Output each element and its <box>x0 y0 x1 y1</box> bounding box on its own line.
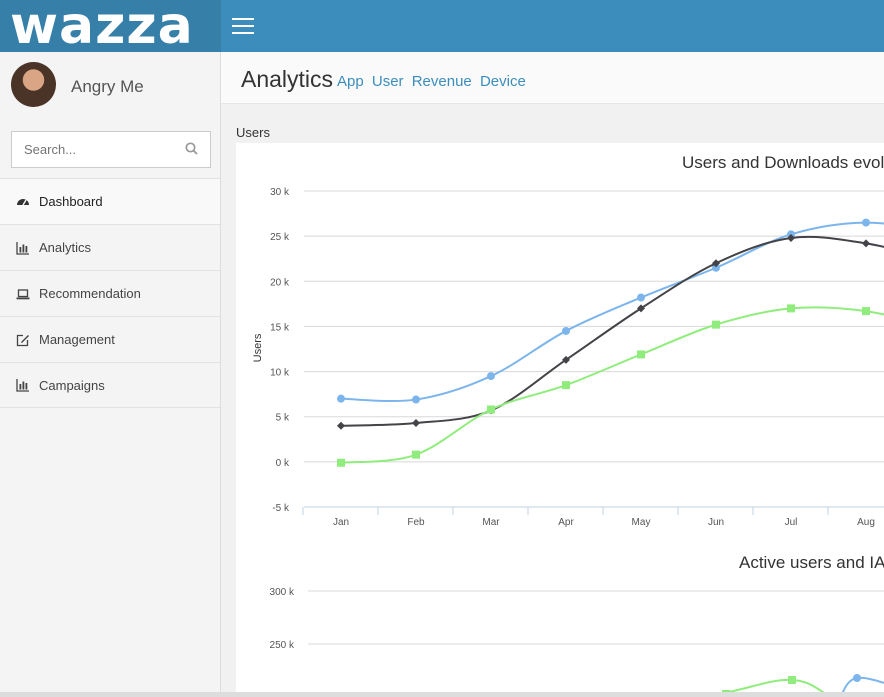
chart-card: Users and Downloads evolu Users 30 k 25 k… <box>236 143 884 697</box>
chart-point <box>637 350 645 359</box>
sidebar-search <box>11 131 211 168</box>
user-panel: Angry Me <box>0 52 221 122</box>
search-icon[interactable] <box>185 142 198 155</box>
content-header: Analytics App User Revenue Device <box>221 52 884 104</box>
sidebar: Angry Me Dashboard Analytics <box>0 52 221 697</box>
chart-point <box>412 419 420 428</box>
chart-point <box>862 307 870 316</box>
sidebar-item-recommendation[interactable]: Recommendation <box>0 270 220 316</box>
y-tick-label: 300 k <box>270 587 295 598</box>
avatar <box>11 62 56 107</box>
sidebar-item-label: Analytics <box>39 240 92 255</box>
y-axis-ticks: 30 k 25 k 20 k 15 k 10 k 5 k 0 k -5 k <box>270 187 290 514</box>
chart-series-line <box>340 306 884 464</box>
analytics-subnav: App User Revenue Device <box>337 73 530 90</box>
y-tick-label: 10 k <box>270 368 290 379</box>
y-tick-label: 5 k <box>276 413 290 424</box>
x-axis: Jan Feb Mar Apr May Jun Jul Aug <box>302 506 884 528</box>
chart-point <box>862 239 870 248</box>
chart-title: Users and Downloads evolu <box>682 153 884 172</box>
subnav-link-app[interactable]: App <box>337 73 364 90</box>
chart-point <box>562 326 570 335</box>
chart-point <box>862 218 870 227</box>
chart-point <box>412 395 420 404</box>
bar-chart-icon <box>16 379 29 392</box>
x-tick-label: Apr <box>558 517 574 528</box>
chart-point <box>337 421 345 430</box>
chart-point <box>853 674 861 682</box>
sidebar-menu: Dashboard Analytics Recommendation Manag… <box>0 178 220 408</box>
x-tick-label: Jul <box>785 517 798 528</box>
chart-point <box>337 458 345 467</box>
chart-point <box>562 381 570 390</box>
top-navbar: wazza <box>0 0 884 52</box>
chart-series-line <box>340 221 884 403</box>
sidebar-item-campaigns[interactable]: Campaigns <box>0 362 220 408</box>
subnav-link-user[interactable]: User <box>372 73 404 90</box>
y-axis-ticks: 300 k 250 k <box>270 587 295 651</box>
edit-icon <box>16 334 29 346</box>
section-label: Users <box>236 125 270 140</box>
chart-point <box>787 304 795 313</box>
chart-point <box>788 676 796 684</box>
y-tick-label: 25 k <box>270 232 290 243</box>
x-tick-label: Aug <box>857 517 875 528</box>
y-tick-label: 20 k <box>270 277 290 288</box>
sidebar-item-dashboard[interactable]: Dashboard <box>0 178 220 224</box>
x-tick-label: Feb <box>407 517 425 528</box>
sidebar-item-label: Management <box>39 332 115 347</box>
laptop-icon <box>16 288 30 299</box>
active-users-chart: Active users and IAF 300 k 250 k <box>270 553 884 697</box>
search-input[interactable] <box>12 132 172 167</box>
sidebar-item-label: Dashboard <box>39 194 103 209</box>
y-tick-label: 30 k <box>270 187 290 198</box>
x-tick-label: May <box>632 517 651 528</box>
dashboard-icon <box>17 198 29 205</box>
sidebar-item-management[interactable]: Management <box>0 316 220 362</box>
x-tick-label: Jun <box>708 517 724 528</box>
user-name: Angry Me <box>71 77 144 96</box>
y-tick-label: 250 k <box>270 640 295 651</box>
chart-series <box>337 218 884 467</box>
chart-point <box>637 293 645 302</box>
y-axis-label: Users <box>252 333 264 362</box>
chart-point <box>712 320 720 329</box>
subnav-link-revenue[interactable]: Revenue <box>412 73 472 90</box>
chart-point <box>412 450 420 459</box>
subnav-link-device[interactable]: Device <box>480 73 526 90</box>
chart-title: Active users and IAF <box>739 553 884 572</box>
chart-point <box>337 394 345 403</box>
sidebar-item-label: Recommendation <box>39 286 141 301</box>
app-logo[interactable]: wazza <box>0 0 221 52</box>
page-title: Analytics <box>241 66 334 92</box>
sidebar-item-label: Campaigns <box>39 377 105 393</box>
hamburger-menu-icon[interactable] <box>232 18 254 34</box>
y-tick-label: -5 k <box>272 503 290 514</box>
chart-point <box>487 372 495 381</box>
y-tick-label: 0 k <box>276 458 290 469</box>
users-downloads-chart: Users and Downloads evolu Users 30 k 25 k… <box>252 153 884 528</box>
x-tick-label: Jan <box>333 517 349 528</box>
x-tick-label: Mar <box>482 517 500 528</box>
bottom-border <box>0 692 884 697</box>
chart-series-line <box>340 235 884 427</box>
sidebar-item-analytics[interactable]: Analytics <box>0 224 220 270</box>
chart-point <box>487 405 495 414</box>
y-tick-label: 15 k <box>270 322 290 333</box>
chart-grid <box>308 590 884 645</box>
bar-chart-icon <box>16 241 29 255</box>
